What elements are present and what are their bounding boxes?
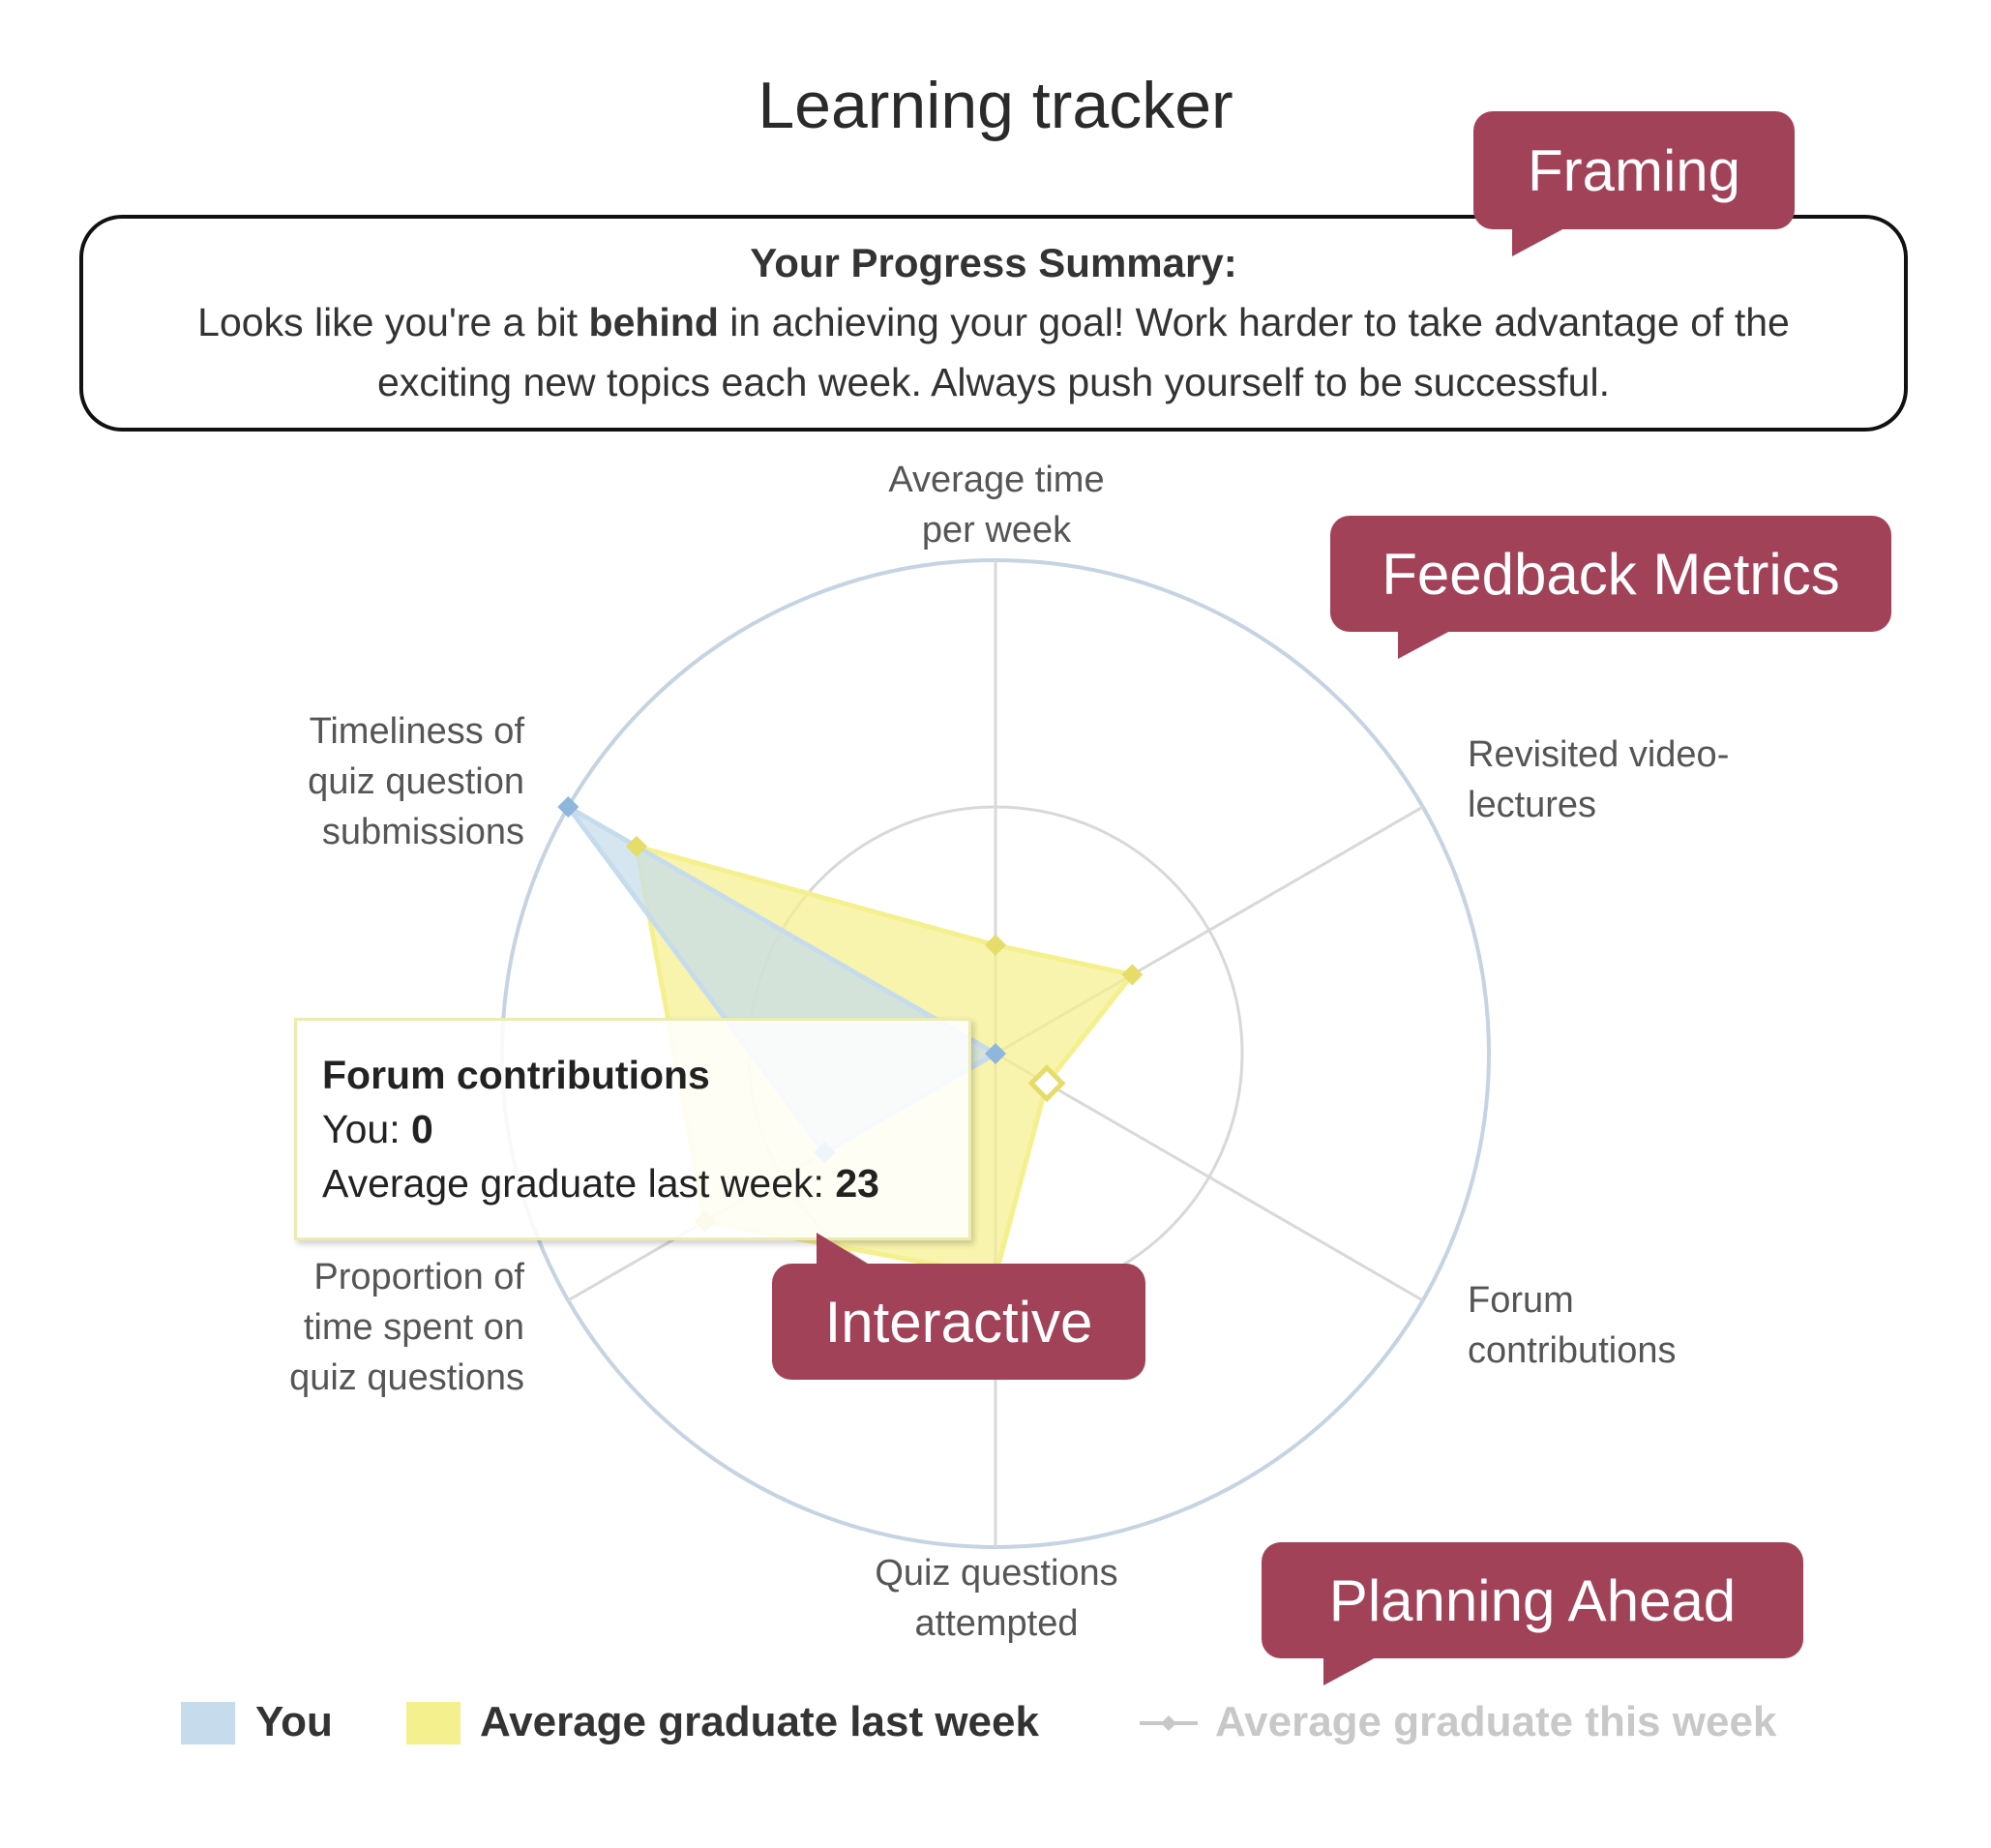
callout-interactive-text: Interactive <box>824 1289 1093 1355</box>
axis-label-line: contributions <box>1468 1330 1677 1371</box>
tooltip-title: Forum contributions <box>322 1053 710 1097</box>
axis-label-revisited-lectures: Revisited video- lectures <box>1468 730 1797 830</box>
legend-label-average-last-week: Average graduate last week <box>480 1698 1039 1745</box>
callout-feedback-metrics: Feedback Metrics <box>1330 516 1891 659</box>
callout-planning-ahead: Planning Ahead <box>1262 1542 1803 1685</box>
axis-label-line: Forum <box>1468 1280 1574 1321</box>
tooltip-average-label: Average graduate last week: <box>322 1161 836 1206</box>
callout-tail <box>817 1233 871 1266</box>
tooltip-average-value: 23 <box>835 1161 879 1206</box>
tooltip-average-row: Average graduate last week: 23 <box>322 1156 968 1210</box>
callout-framing: Framing <box>1473 111 1795 256</box>
axis-label-line: lectures <box>1468 785 1597 825</box>
axis-label-line: Timeliness of <box>309 711 524 752</box>
axis-label-average-time: Average time per week <box>851 455 1142 555</box>
axis-label-proportion-time: Proportion of time spent on quiz questio… <box>193 1252 524 1403</box>
axis-label-quiz-attempted: Quiz questions attempted <box>842 1548 1151 1649</box>
axis-label-line: per week <box>921 510 1072 551</box>
callout-tail <box>1512 227 1566 256</box>
axis-label-line: Quiz questions <box>875 1553 1118 1594</box>
axis-label-forum-contributions: Forum contributions <box>1468 1275 1797 1376</box>
tooltip-you-value: 0 <box>410 1107 433 1151</box>
callout-tail <box>1323 1656 1378 1685</box>
tooltip-you-label: You: <box>322 1107 411 1151</box>
callout-framing-text: Framing <box>1527 137 1741 203</box>
legend-label-average-this-week: Average graduate this week <box>1215 1698 1777 1745</box>
tooltip-you-row: You: 0 <box>322 1102 968 1156</box>
axis-label-line: Revisited video- <box>1468 734 1730 775</box>
legend-swatch-you <box>181 1702 235 1744</box>
axis-label-timeliness: Timeliness of quiz question submissions <box>193 706 524 857</box>
callout-planning-ahead-text: Planning Ahead <box>1328 1567 1737 1633</box>
callout-feedback-metrics-text: Feedback Metrics <box>1382 541 1840 607</box>
legend-label-you: You <box>255 1698 333 1745</box>
axis-label-line: Average time <box>888 460 1105 500</box>
chart-tooltip: Forum contributions You: 0 Average gradu… <box>294 1018 971 1240</box>
legend-line-marker-icon <box>1140 1715 1198 1731</box>
callout-tail <box>1398 630 1452 659</box>
axis-label-line: submissions <box>321 812 524 852</box>
axis-label-line: attempted <box>914 1603 1079 1644</box>
axis-label-line: quiz question <box>308 761 524 802</box>
axis-label-line: Proportion of <box>313 1257 524 1297</box>
callout-interactive: Interactive <box>772 1233 1145 1380</box>
legend-swatch-average-last-week <box>406 1702 461 1744</box>
axis-label-line: time spent on <box>303 1307 524 1348</box>
axis-label-line: quiz questions <box>289 1357 524 1398</box>
